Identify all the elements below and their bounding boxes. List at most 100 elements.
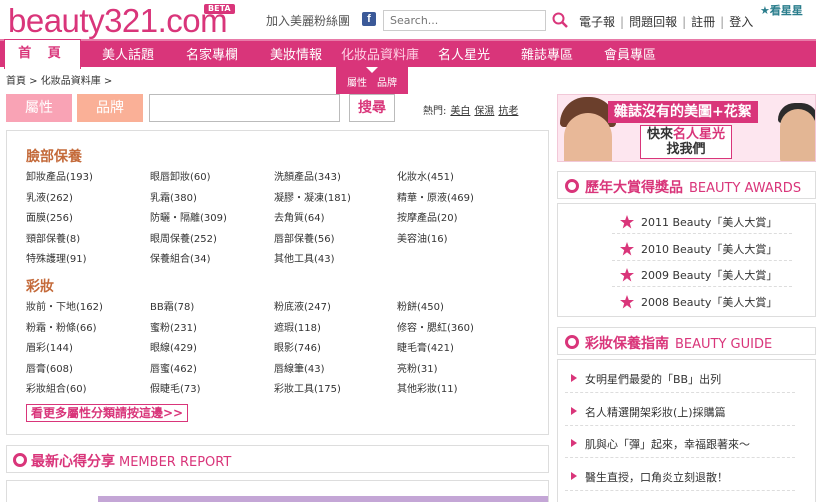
member-report-header: 最新心得分享 MEMBER REPORT bbox=[6, 445, 549, 473]
category-link[interactable]: 修容・腮紅(360) bbox=[397, 319, 474, 334]
section-title: 彩妝 bbox=[26, 279, 54, 295]
divider bbox=[565, 424, 795, 426]
category-link[interactable]: 眼影(746) bbox=[274, 339, 321, 354]
guide-link[interactable]: 女明星們最愛的「BB」出列 bbox=[585, 371, 721, 387]
category-link[interactable]: 凝膠・凝凍(181) bbox=[274, 189, 351, 204]
category-link[interactable]: 美容油(16) bbox=[397, 230, 448, 245]
nav-celebrity[interactable]: 名人星光 bbox=[438, 44, 490, 63]
category-link[interactable]: BB霜(78) bbox=[150, 298, 194, 313]
category-link[interactable]: 其他彩妝(11) bbox=[397, 380, 458, 395]
category-link[interactable]: 粉底液(247) bbox=[274, 298, 331, 313]
banner-cta: 快來名人星光 找我們 bbox=[640, 125, 733, 159]
divider bbox=[612, 259, 792, 261]
nav-cosmetics-db[interactable]: 化妝品資料庫 bbox=[341, 44, 419, 63]
section-title: 臉部保養 bbox=[26, 149, 82, 165]
main-nav: 首 頁 美人話題 名家專欄 美妝情報 化妝品資料庫 名人星光 雜誌專區 會員專區 bbox=[0, 39, 816, 69]
category-link[interactable]: 洗顏產品(343) bbox=[274, 168, 341, 183]
more-categories-link[interactable]: 看更多屬性分類請按這邊>> bbox=[26, 404, 189, 422]
category-link[interactable]: 化妝水(451) bbox=[397, 168, 454, 183]
triangle-bullet-icon bbox=[571, 471, 577, 480]
man-photo bbox=[780, 109, 815, 161]
category-link[interactable]: 唇線筆(43) bbox=[274, 360, 325, 375]
breadcrumb: 首頁 > 化妝品資料庫 > bbox=[6, 76, 113, 87]
subnav-arrow-icon bbox=[366, 67, 378, 73]
star-icon bbox=[620, 268, 634, 282]
ring-icon bbox=[565, 335, 579, 349]
tab-brand[interactable]: 品牌 bbox=[77, 94, 143, 122]
category-link[interactable]: 睫毛膏(421) bbox=[397, 339, 454, 354]
register-link[interactable]: 註冊 bbox=[691, 15, 715, 29]
hot-whitening[interactable]: 美白 bbox=[450, 106, 470, 117]
award-link[interactable]: 2008 Beauty「美人大賞」 bbox=[641, 294, 777, 310]
category-link[interactable]: 粉霜・粉條(66) bbox=[26, 319, 97, 334]
category-link[interactable]: 遮瑕(118) bbox=[274, 319, 321, 334]
category-link[interactable]: 按摩產品(20) bbox=[397, 209, 458, 224]
category-link[interactable]: 卸妝產品(193) bbox=[26, 168, 93, 183]
category-link[interactable]: 眼唇卸妝(60) bbox=[150, 168, 211, 183]
divider bbox=[612, 233, 792, 234]
category-link[interactable]: 妝前・下地(162) bbox=[26, 298, 103, 313]
kanxing-link[interactable]: ★看星星 bbox=[760, 2, 803, 18]
category-link[interactable]: 面膜(256) bbox=[26, 209, 73, 224]
hot-keywords: 熱門: 美白 保濕 抗老 bbox=[423, 106, 519, 117]
category-link[interactable]: 眼線(429) bbox=[150, 339, 197, 354]
star-icon bbox=[620, 241, 634, 255]
category-link[interactable]: 保養組合(34) bbox=[150, 250, 211, 265]
nav-home[interactable]: 首 頁 bbox=[4, 39, 81, 69]
category-link[interactable]: 蜜粉(231) bbox=[150, 319, 197, 334]
category-link[interactable]: 眉彩(144) bbox=[26, 339, 73, 354]
celebrity-banner[interactable]: 雜誌沒有的美圖+花絮 快來名人星光 找我們 bbox=[557, 94, 816, 162]
search-input[interactable] bbox=[383, 10, 546, 31]
guide-link[interactable]: 名人精選開架彩妝(上)採購篇 bbox=[585, 404, 726, 420]
category-link[interactable]: 彩妝組合(60) bbox=[26, 380, 87, 395]
category-link[interactable]: 乳霜(380) bbox=[150, 189, 197, 204]
category-link[interactable]: 頸部保養(8) bbox=[26, 230, 80, 245]
category-link[interactable]: 其他工具(43) bbox=[274, 250, 335, 265]
divider bbox=[565, 392, 795, 393]
category-link[interactable]: 粉餅(450) bbox=[397, 298, 444, 313]
hot-anti-aging[interactable]: 抗老 bbox=[498, 106, 518, 117]
category-link[interactable]: 假睫毛(73) bbox=[150, 380, 201, 395]
divider bbox=[565, 457, 795, 458]
category-link[interactable]: 亮粉(31) bbox=[397, 360, 438, 375]
nav-beauty-topics[interactable]: 美人話題 bbox=[102, 44, 154, 63]
category-link[interactable]: 眼周保養(252) bbox=[150, 230, 217, 245]
report-link[interactable]: 問題回報 bbox=[629, 15, 677, 29]
award-link[interactable]: 2009 Beauty「美人大賞」 bbox=[641, 267, 777, 283]
guide-link[interactable]: 肌與心「彈」起來，幸福跟著來～ bbox=[585, 436, 750, 452]
nav-makeup-news[interactable]: 美妝情報 bbox=[270, 44, 322, 63]
award-link[interactable]: 2011 Beauty「美人大賞」 bbox=[641, 214, 777, 230]
facebook-fan-link[interactable]: 加入美麗粉絲團 bbox=[266, 12, 350, 29]
search-button[interactable]: 搜尋 bbox=[349, 94, 395, 122]
category-link[interactable]: 乳液(262) bbox=[26, 189, 73, 204]
ring-icon bbox=[13, 453, 27, 467]
banner-headline: 雜誌沒有的美圖+花絮 bbox=[608, 101, 758, 123]
category-link[interactable]: 特殊護理(91) bbox=[26, 250, 87, 265]
search-icon[interactable] bbox=[551, 11, 569, 29]
triangle-bullet-icon bbox=[571, 439, 577, 447]
nav-member[interactable]: 會員專區 bbox=[604, 44, 656, 63]
facebook-icon[interactable]: f bbox=[362, 12, 376, 26]
woman-photo bbox=[564, 113, 612, 161]
product-search-input[interactable] bbox=[149, 94, 340, 122]
category-link[interactable]: 唇蜜(462) bbox=[150, 360, 197, 375]
guide-link[interactable]: 醫生直授，口角炎立刻退散！ bbox=[585, 469, 728, 485]
award-link[interactable]: 2010 Beauty「美人大賞」 bbox=[641, 241, 777, 257]
login-link[interactable]: 登入 bbox=[729, 15, 753, 29]
category-link[interactable]: 唇膏(608) bbox=[26, 360, 73, 375]
nav-columns[interactable]: 名家專欄 bbox=[186, 44, 238, 63]
category-link[interactable]: 去角質(64) bbox=[274, 209, 325, 224]
newsletter-link[interactable]: 電子報 bbox=[579, 15, 615, 29]
awards-header: 歷年大賞得獎品 BEAUTY AWARDS bbox=[557, 171, 816, 199]
category-link[interactable]: 精華・原液(469) bbox=[397, 189, 474, 204]
category-link[interactable]: 彩妝工具(175) bbox=[274, 380, 341, 395]
site-logo[interactable]: beauty321.com bbox=[8, 4, 228, 38]
divider bbox=[565, 489, 795, 491]
tab-attribute[interactable]: 屬性 bbox=[6, 94, 72, 122]
nav-magazine[interactable]: 雜誌專區 bbox=[521, 44, 573, 63]
category-link[interactable]: 唇部保養(56) bbox=[274, 230, 335, 245]
hot-moisture[interactable]: 保濕 bbox=[474, 106, 494, 117]
ring-icon bbox=[565, 179, 579, 193]
triangle-bullet-icon bbox=[571, 406, 577, 415]
category-link[interactable]: 防曬・隔離(309) bbox=[150, 209, 227, 224]
